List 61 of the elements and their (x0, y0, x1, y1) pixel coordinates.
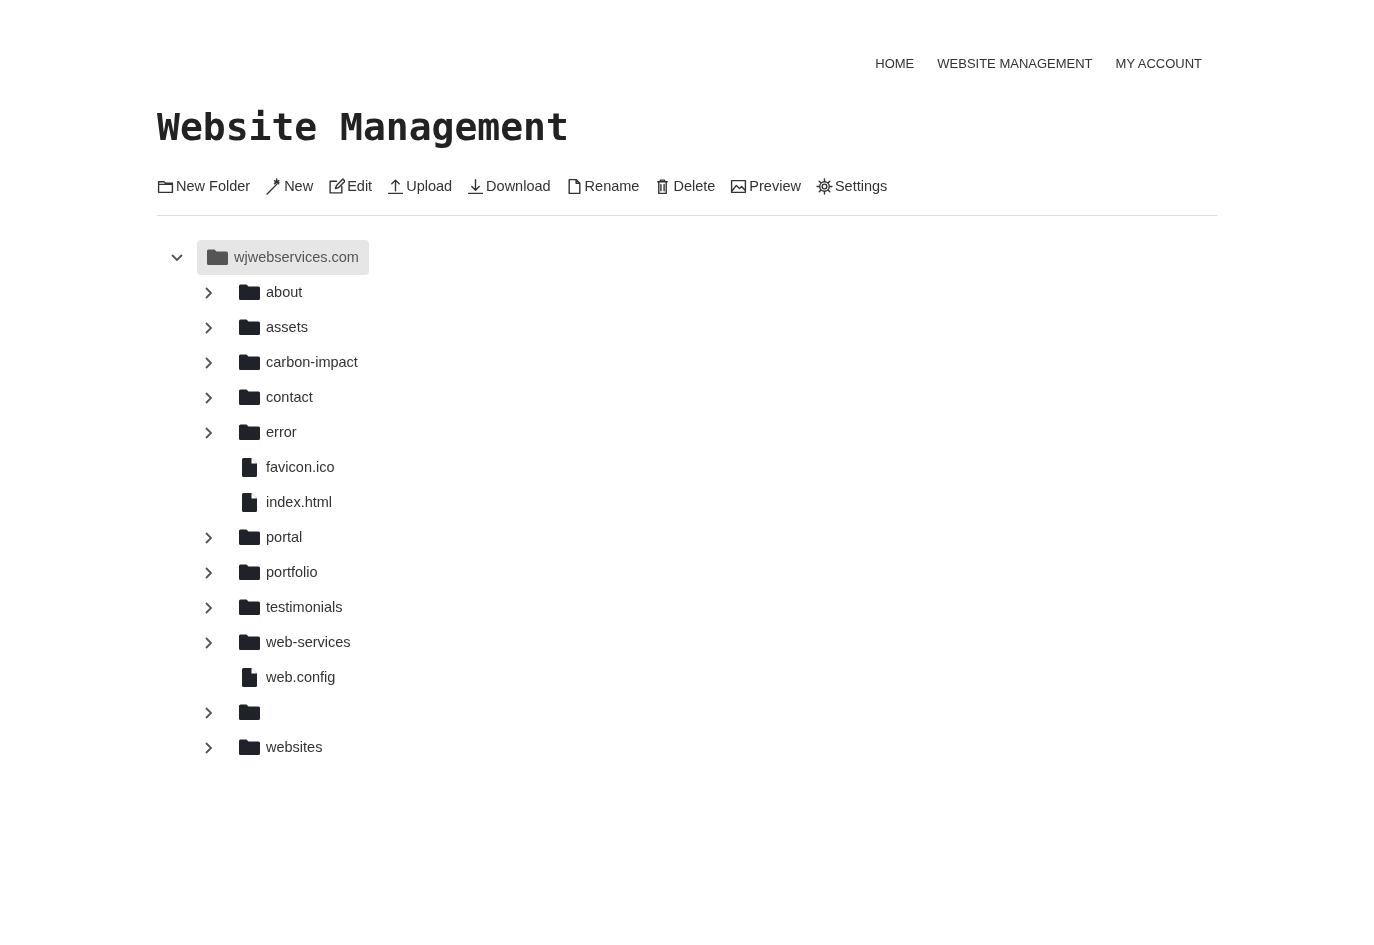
tree-item[interactable]: web.config (229, 660, 346, 696)
tree-item[interactable]: testimonials (229, 590, 353, 626)
toolbar-button[interactable]: Edit (328, 175, 373, 198)
toolbar-button[interactable]: Rename (565, 175, 640, 198)
tree-item[interactable]: assets (229, 310, 318, 346)
expand-caret-icon[interactable] (205, 321, 213, 334)
expand-caret-icon[interactable] (205, 426, 213, 439)
tree-item[interactable]: favicon.ico (229, 450, 345, 486)
edit-icon (328, 178, 346, 196)
expand-caret-icon[interactable] (205, 286, 213, 299)
toolbar-button[interactable]: Preview (730, 175, 801, 198)
nav-link[interactable]: HOME (875, 54, 915, 74)
tree-item[interactable]: portfolio (229, 555, 328, 591)
expand-caret-icon[interactable] (205, 566, 213, 579)
folder-icon (239, 599, 260, 617)
expand-caret-icon[interactable] (205, 531, 213, 544)
folder-icon (239, 704, 260, 722)
upload-icon (387, 178, 405, 196)
folder-icon (239, 529, 260, 547)
nav-link[interactable]: WEBSITE MANAGEMENT (937, 54, 1093, 74)
expand-caret-icon[interactable] (205, 601, 213, 614)
toolbar-button[interactable]: Download (467, 175, 551, 198)
folder-icon (239, 354, 260, 372)
file-icon (242, 493, 257, 513)
toolbar-button[interactable]: Settings (815, 175, 888, 198)
tree-item[interactable]: web-services (229, 625, 361, 661)
folder-icon (157, 178, 174, 196)
document-icon (565, 178, 583, 196)
expand-caret-icon[interactable] (205, 741, 213, 754)
file-icon (242, 668, 257, 688)
tree-item[interactable]: portal (229, 520, 313, 556)
toolbar-button[interactable]: New Folder (157, 175, 251, 198)
image-icon (730, 178, 748, 196)
file-icon (242, 458, 257, 478)
toolbar-button[interactable]: Upload (387, 175, 453, 198)
tree-item[interactable]: contact (229, 380, 323, 416)
tree-item[interactable]: error (229, 415, 307, 451)
settings-icon (815, 178, 833, 196)
tree-item[interactable]: about (229, 275, 313, 311)
page-title: Website Management (157, 107, 570, 146)
tree-item[interactable]: carbon-impact (229, 345, 368, 381)
tree-item[interactable]: websites (229, 730, 333, 766)
toolbar-button[interactable]: Delete (654, 175, 716, 198)
expand-caret-icon[interactable] (205, 636, 213, 649)
folder-icon (239, 389, 260, 407)
folder-icon (239, 284, 260, 302)
folder-icon (207, 249, 228, 267)
folder-icon (239, 319, 260, 337)
expand-caret-icon[interactable] (205, 706, 213, 719)
folder-icon (239, 424, 260, 442)
tree-item[interactable]: index.html (229, 485, 343, 521)
collapse-caret-icon[interactable] (171, 253, 183, 262)
download-icon (467, 178, 485, 196)
expand-caret-icon[interactable] (205, 391, 213, 404)
folder-icon (239, 739, 260, 757)
expand-caret-icon[interactable] (205, 356, 213, 369)
tree-item[interactable]: wjwebservices.com (197, 240, 369, 276)
nav-link[interactable]: MY ACCOUNT (1115, 54, 1202, 74)
toolbar-button[interactable]: New (265, 175, 314, 198)
folder-icon (239, 634, 260, 652)
folder-icon (239, 564, 260, 582)
